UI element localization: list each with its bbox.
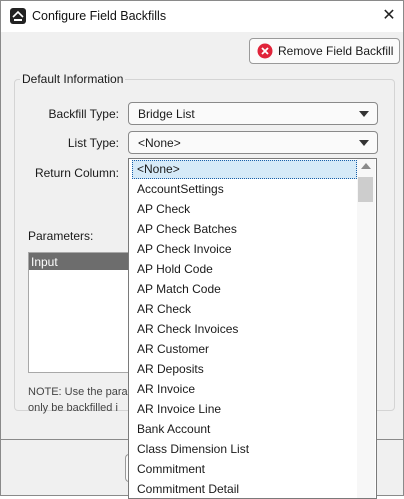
list-type-dropdown[interactable]: <None> AccountSettings AP Check AP Check Ba… — [128, 158, 377, 499]
chevron-down-icon — [359, 111, 369, 117]
dropdown-option[interactable]: Commitment Detail — [129, 479, 357, 498]
dropdown-option-label: AR Check Invoices — [137, 322, 239, 336]
remove-field-backfill-button[interactable]: Remove Field Backfill — [249, 38, 400, 64]
dropdown-option-label: AP Check Batches — [137, 222, 237, 236]
dropdown-option-label: Commitment — [137, 462, 206, 476]
dropdown-option[interactable]: AP Check Invoice — [129, 239, 357, 259]
dropdown-option[interactable]: <None> — [129, 159, 357, 179]
group-legend: Default Information — [20, 72, 126, 86]
dropdown-option-label: <None> — [137, 162, 180, 176]
title-bar: Configure Field Backfills ✕ — [1, 1, 403, 32]
dropdown-option-label: AR Deposits — [137, 362, 204, 376]
backfill-type-combo[interactable]: Bridge List — [128, 102, 378, 125]
dropdown-option[interactable]: AR Check Invoices — [129, 319, 357, 339]
note-line-2: only be backfilled i — [28, 401, 118, 414]
dropdown-option-label: AP Check Invoice — [137, 242, 232, 256]
dropdown-scrollbar[interactable] — [357, 159, 375, 498]
dropdown-option[interactable]: AR Invoice — [129, 379, 357, 399]
dropdown-option[interactable]: AR Deposits — [129, 359, 357, 379]
return-column-label: Return Column: — [34, 166, 119, 180]
input-column-header: Input — [31, 255, 58, 269]
dropdown-option-label: AccountSettings — [137, 182, 224, 196]
dropdown-option[interactable]: AP Check Batches — [129, 219, 357, 239]
dropdown-option-label: Bank Account — [137, 422, 211, 436]
dropdown-option-label: Commitment Detail — [137, 482, 240, 496]
list-type-value: <None> — [138, 136, 181, 150]
dropdown-option-label: AR Check — [137, 302, 192, 316]
dropdown-option[interactable]: AP Match Code — [129, 279, 357, 299]
dropdown-option[interactable]: AP Check — [129, 199, 357, 219]
dropdown-option[interactable]: AccountSettings — [129, 179, 357, 199]
note-line-1: NOTE: Use the para — [28, 386, 128, 398]
dropdown-option[interactable]: AP Hold Code — [129, 259, 357, 279]
note-text: NOTE: Use the para only be backfilled i — [28, 385, 128, 416]
parameters-header: Input — [29, 253, 129, 270]
dropdown-option[interactable]: AR Check — [129, 299, 357, 319]
chevron-down-icon — [359, 140, 369, 146]
dropdown-option[interactable]: Commitment — [129, 459, 357, 479]
scroll-thumb[interactable] — [358, 177, 373, 202]
scroll-up-icon[interactable] — [361, 163, 371, 169]
list-type-combo[interactable]: <None> — [128, 131, 378, 154]
backfill-type-label: Backfill Type: — [48, 107, 119, 121]
dropdown-option-label: Class Dimension List — [137, 442, 250, 456]
dialog-window: Configure Field Backfills ✕ Remove Field… — [0, 0, 404, 499]
backfill-type-value: Bridge List — [138, 107, 195, 121]
dropdown-option-label: AR Invoice — [137, 382, 196, 396]
dropdown-option[interactable]: AR Customer — [129, 339, 357, 359]
dropdown-option[interactable]: Bank Account — [129, 419, 357, 439]
dropdown-option[interactable]: AR Invoice Line — [129, 399, 357, 419]
dropdown-option-label: AP Check — [137, 202, 191, 216]
dropdown-option[interactable]: Class Dimension List — [129, 439, 357, 459]
app-logo-icon — [10, 8, 26, 24]
dropdown-option-label: AP Hold Code — [137, 262, 213, 276]
dropdown-option-label: AR Customer — [137, 342, 210, 356]
parameters-list[interactable]: Input — [28, 252, 130, 373]
parameters-label: Parameters: — [28, 229, 94, 243]
list-type-label: List Type: — [67, 136, 119, 150]
dropdown-option-label: AP Match Code — [137, 282, 221, 296]
dropdown-option-label: AR Invoice Line — [137, 402, 222, 416]
remove-circle-x-icon — [257, 43, 273, 59]
remove-button-label: Remove Field Backfill — [278, 44, 394, 58]
window-title: Configure Field Backfills — [32, 9, 167, 23]
close-icon[interactable]: ✕ — [379, 7, 399, 27]
